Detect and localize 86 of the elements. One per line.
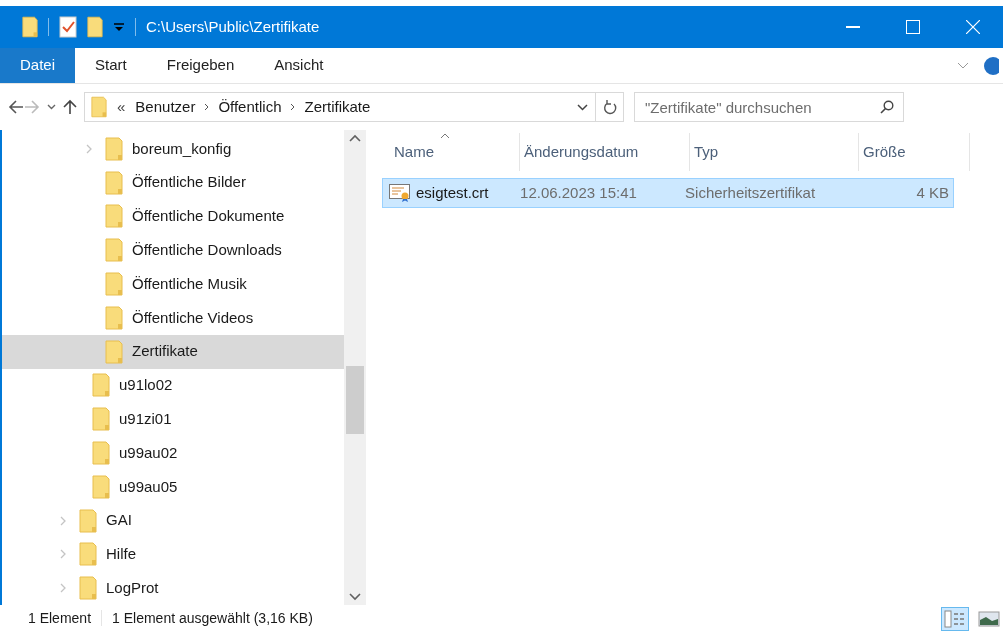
tree-item[interactable]: LogProt bbox=[2, 571, 344, 606]
ribbon-tab[interactable]: Datei bbox=[0, 48, 76, 83]
tree-label: Zertifikate bbox=[132, 341, 198, 362]
tree-label: Öffentliche Downloads bbox=[132, 240, 282, 261]
folder-icon bbox=[22, 16, 38, 38]
folder-icon bbox=[92, 441, 110, 466]
column-header[interactable]: Größe bbox=[859, 133, 970, 171]
minimize-icon bbox=[846, 26, 860, 28]
column-header[interactable]: Typ bbox=[690, 133, 859, 171]
expand-ribbon-icon[interactable] bbox=[957, 61, 969, 70]
scrollbar[interactable] bbox=[344, 130, 366, 605]
tree-label: boreum_konfig bbox=[132, 138, 232, 159]
tree-item[interactable]: boreum_konfig bbox=[2, 132, 344, 166]
status-text: 1 Element ausgewählt (3,16 KB) bbox=[112, 608, 313, 628]
tree-label: GAI bbox=[106, 510, 132, 531]
file-cell-text: 12.06.2023 15:41 bbox=[520, 182, 637, 203]
search-icon bbox=[880, 100, 894, 114]
folder-icon bbox=[105, 272, 123, 297]
status-text: 1 Element bbox=[28, 608, 92, 628]
tree-label: Öffentliche Bilder bbox=[132, 172, 246, 193]
column-header[interactable]: Änderungsdatum bbox=[520, 133, 690, 171]
tree-label: u91lo02 bbox=[119, 375, 173, 396]
tree-label: Öffentliche Musik bbox=[132, 273, 247, 294]
folder-icon bbox=[92, 474, 110, 499]
close-icon bbox=[966, 20, 980, 34]
tree-label: u99au02 bbox=[119, 442, 178, 463]
customize-dropdown-icon[interactable] bbox=[113, 22, 125, 32]
folder-icon bbox=[105, 170, 123, 195]
tree-item[interactable]: Hilfe bbox=[2, 537, 344, 572]
scroll-up-icon[interactable] bbox=[349, 134, 361, 142]
folder-icon bbox=[105, 238, 123, 263]
details-view-button[interactable] bbox=[941, 607, 969, 631]
back-icon[interactable] bbox=[8, 99, 24, 115]
folder-icon bbox=[92, 373, 110, 398]
ribbon-tab[interactable]: Ansicht bbox=[254, 48, 344, 83]
tree-item[interactable]: Öffentliche Videos bbox=[2, 301, 344, 335]
scrollbar-thumb[interactable] bbox=[346, 366, 364, 434]
folder-icon bbox=[105, 305, 123, 330]
folder-icon bbox=[105, 339, 123, 364]
tree-item[interactable]: Öffentliche Bilder bbox=[2, 165, 344, 200]
scroll-down-icon[interactable] bbox=[349, 593, 361, 601]
breadcrumb[interactable]: Benutzer bbox=[135, 95, 196, 119]
breadcrumb-separator-icon bbox=[290, 103, 296, 111]
file-cell-text: esigtest.crt bbox=[416, 182, 489, 203]
tree-item[interactable]: u99au05 bbox=[2, 469, 344, 504]
folder-icon bbox=[91, 96, 107, 118]
help-icon[interactable] bbox=[983, 56, 999, 75]
breadcrumb[interactable]: Öffentlich bbox=[218, 95, 282, 119]
folder-icon bbox=[79, 508, 97, 533]
folder-icon bbox=[92, 407, 110, 432]
overflow-chevron[interactable]: « bbox=[117, 95, 126, 119]
folder-icon bbox=[79, 542, 97, 567]
file-cell-text: 4 KB bbox=[916, 182, 949, 203]
tree-label: u91zi01 bbox=[119, 409, 172, 429]
up-icon[interactable] bbox=[62, 99, 78, 115]
search-field[interactable]: "Zertifikate" durchsuchen bbox=[634, 92, 904, 122]
tree-item[interactable]: u91lo02 bbox=[2, 368, 344, 403]
tree-label: u99au05 bbox=[119, 476, 178, 497]
ribbon-tab[interactable]: Freigeben bbox=[146, 48, 255, 83]
tree-item[interactable]: Öffentliche Downloads bbox=[2, 233, 344, 268]
ribbon-tab[interactable]: Start bbox=[75, 48, 147, 83]
tree-item[interactable]: u99au02 bbox=[2, 436, 344, 470]
tree-label: Öffentliche Dokumente bbox=[132, 206, 285, 227]
tree-label: LogProt bbox=[106, 578, 159, 598]
folder-icon bbox=[79, 576, 97, 601]
breadcrumb[interactable]: Zertifikate bbox=[304, 95, 371, 119]
breadcrumb-separator-icon bbox=[204, 103, 210, 111]
address-bar[interactable]: « Benutzer Öffentlich Zertifikate bbox=[84, 92, 624, 122]
folder-icon bbox=[105, 136, 123, 161]
properties-icon[interactable] bbox=[59, 16, 77, 38]
tree-item[interactable]: Öffentliche Musik bbox=[2, 267, 344, 301]
file-row[interactable]: esigtest.crt 12.06.2023 15:41 Sicherheitszertifikat 4 KB bbox=[382, 178, 954, 208]
tree-item[interactable]: GAI bbox=[2, 503, 344, 538]
sort-ascending-icon bbox=[440, 133, 450, 139]
file-cell-text: Sicherheitszertifikat bbox=[685, 182, 816, 203]
column-header[interactable]: Name bbox=[390, 133, 520, 171]
new-folder-icon[interactable] bbox=[87, 16, 103, 38]
tree-label: Hilfe bbox=[106, 544, 136, 565]
folder-icon bbox=[105, 204, 123, 229]
certificate-icon bbox=[389, 184, 411, 202]
tree-item[interactable]: u91zi01 bbox=[2, 402, 344, 437]
tree-item[interactable]: Öffentliche Dokumente bbox=[2, 199, 344, 234]
tree-label: Öffentliche Videos bbox=[132, 307, 254, 328]
window-title: C:\Users\Public\Zertifikate bbox=[146, 16, 320, 37]
tree-item[interactable]: Zertifikate bbox=[2, 334, 344, 369]
maximize-icon bbox=[906, 20, 920, 34]
